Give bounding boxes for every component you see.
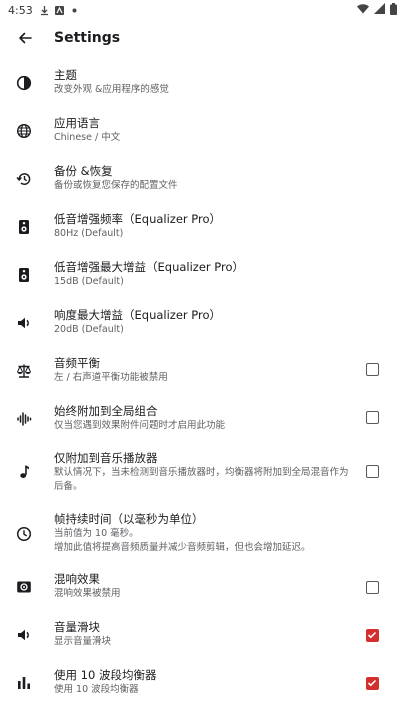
waveform-icon xyxy=(15,410,33,428)
check-icon xyxy=(367,631,377,639)
setting-title: 备份 &恢复 xyxy=(54,164,113,178)
volume-icon xyxy=(15,314,33,332)
setting-subtitle: 默认情况下，当未检测到音乐播放器时，均衡器将附加到全局混音作为后备。 xyxy=(54,467,349,492)
setting-subtitle: 显示音量滑块 xyxy=(54,636,112,647)
speaker-icon xyxy=(15,266,33,284)
battery-icon xyxy=(390,2,397,18)
status-time: 4:53 xyxy=(8,3,33,17)
setting-audio-balance[interactable]: 音频平衡 左 / 右声道平衡功能被禁用 xyxy=(0,350,405,394)
setting-subtitle: 左 / 右声道平衡功能被禁用 xyxy=(54,372,168,383)
setting-title: 音频平衡 xyxy=(54,356,100,370)
setting-subtitle: Chinese / 中文 xyxy=(54,132,121,143)
globe-icon xyxy=(15,122,33,140)
setting-subtitle: 使用 10 波段均衡器 xyxy=(54,684,139,695)
app-bar: Settings xyxy=(0,20,405,56)
back-button[interactable] xyxy=(13,26,37,50)
equalizer-bars-icon xyxy=(15,674,33,692)
contrast-icon xyxy=(15,74,33,92)
setting-reverb[interactable]: 混响效果 混响效果被禁用 xyxy=(0,566,405,610)
attach-music-player-checkbox[interactable] xyxy=(366,465,379,478)
wifi-icon xyxy=(357,3,369,17)
arrow-left-icon xyxy=(19,32,32,44)
setting-title: 使用 10 波段均衡器 xyxy=(54,668,157,682)
setting-subtitle: 15dB (Default) xyxy=(54,276,124,287)
setting-title: 帧持续时间（以毫秒为单位） xyxy=(54,512,204,526)
setting-attach-music-player-only[interactable]: 仅附加到音乐播放器 默认情况下，当未检测到音乐播放器时，均衡器将附加到全局混音作… xyxy=(0,446,405,498)
music-note-icon xyxy=(15,463,33,481)
setting-title: 仅附加到音乐播放器 xyxy=(54,451,158,465)
setting-subtitle: 20dB (Default) xyxy=(54,324,124,335)
setting-title: 主题 xyxy=(54,68,77,82)
clock-icon xyxy=(15,525,33,543)
speaker-icon xyxy=(15,218,33,236)
audio-balance-checkbox[interactable] xyxy=(366,363,379,376)
setting-volume-slider[interactable]: 音量滑块 显示音量滑块 xyxy=(0,614,405,658)
setting-subtitle: 备份或恢复您保存的配置文件 xyxy=(54,180,178,191)
setting-loudness-max-gain[interactable]: 响度最大增益（Equalizer Pro） 20dB (Default) xyxy=(0,302,405,346)
setting-frame-duration[interactable]: 帧持续时间（以毫秒为单位） 当前值为 10 毫秒。 增加此值将提高音频质量并减少… xyxy=(0,508,405,564)
setting-title: 始终附加到全局组合 xyxy=(54,404,158,418)
setting-subtitle: 当前值为 10 毫秒。 增加此值将提高音频质量并减少音频剪辑，但也会增加延迟。 xyxy=(54,528,311,553)
attach-global-mix-checkbox[interactable] xyxy=(366,411,379,424)
page-title: Settings xyxy=(54,30,121,46)
setting-subtitle: 改变外观 &应用程序的感觉 xyxy=(54,84,169,95)
setting-bass-boost-frequency[interactable]: 低音增强频率（Equalizer Pro） 80Hz (Default) xyxy=(0,206,405,250)
setting-subtitle: 80Hz (Default) xyxy=(54,228,124,239)
setting-title: 混响效果 xyxy=(54,572,100,586)
setting-title: 低音增强频率（Equalizer Pro） xyxy=(54,212,222,226)
setting-bass-boost-max-gain[interactable]: 低音增强最大增益（Equalizer Pro） 15dB (Default) xyxy=(0,254,405,298)
setting-title: 响度最大增益（Equalizer Pro） xyxy=(54,308,222,322)
check-icon xyxy=(367,679,377,687)
reverb-checkbox[interactable] xyxy=(366,581,379,594)
surround-sound-icon xyxy=(15,578,33,596)
setting-subtitle: 仅当您遇到效果附件问题时才启用此功能 xyxy=(54,420,226,431)
volume-slider-checkbox[interactable] xyxy=(366,629,379,642)
setting-backup[interactable]: 备份 &恢复 备份或恢复您保存的配置文件 xyxy=(0,158,405,202)
dot-icon xyxy=(69,5,80,16)
setting-subtitle: 混响效果被禁用 xyxy=(54,588,121,599)
setting-theme[interactable]: 主题 改变外观 &应用程序的感觉 xyxy=(0,62,405,106)
setting-10-band-equalizer[interactable]: 使用 10 波段均衡器 使用 10 波段均衡器 xyxy=(0,662,405,706)
setting-language[interactable]: 应用语言 Chinese / 中文 xyxy=(0,110,405,154)
notification-icon xyxy=(54,5,65,16)
setting-title: 低音增强最大增益（Equalizer Pro） xyxy=(54,260,245,274)
volume-icon xyxy=(15,626,33,644)
setting-title: 应用语言 xyxy=(54,116,100,130)
setting-attach-global-mix[interactable]: 始终附加到全局组合 仅当您遇到效果附件问题时才启用此功能 xyxy=(0,398,405,442)
status-bar: 4:53 xyxy=(0,0,405,20)
signal-icon xyxy=(374,3,385,17)
balance-icon xyxy=(15,362,33,380)
setting-title: 音量滑块 xyxy=(54,620,100,634)
download-icon xyxy=(39,5,50,16)
ten-band-equalizer-checkbox[interactable] xyxy=(366,677,379,690)
restore-icon xyxy=(15,170,33,188)
